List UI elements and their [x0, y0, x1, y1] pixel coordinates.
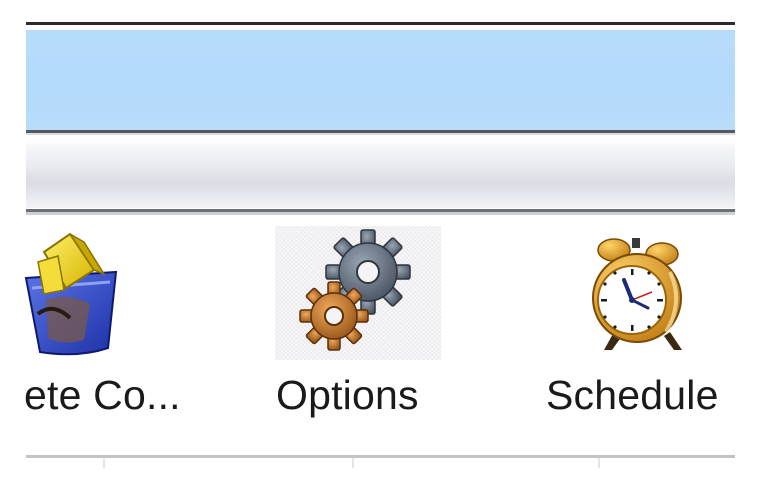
delete-completed-label: ete Co...	[24, 372, 181, 418]
ribbon-group-tick	[352, 458, 354, 468]
options-label: Options	[276, 372, 419, 418]
alarm-clock-icon	[592, 232, 722, 362]
gears-icon	[290, 228, 440, 358]
title-bar-divider-highlight	[26, 133, 735, 135]
ribbon-bottom-border	[26, 455, 735, 458]
delete-completed-button[interactable]: ete Co...	[0, 222, 230, 432]
ribbon-group-tick	[103, 458, 105, 468]
ribbon-group-tick	[598, 458, 600, 468]
schedule-button[interactable]: Schedule	[536, 222, 736, 432]
options-button[interactable]: Options	[262, 222, 462, 432]
title-bar[interactable]	[26, 30, 735, 130]
recycle-bin-icon	[18, 230, 128, 360]
app-window: ete Co... Options Schedule	[0, 0, 760, 497]
toolbar-highlight	[26, 136, 735, 146]
toolbar-band	[26, 136, 735, 208]
schedule-label: Schedule	[546, 372, 719, 418]
